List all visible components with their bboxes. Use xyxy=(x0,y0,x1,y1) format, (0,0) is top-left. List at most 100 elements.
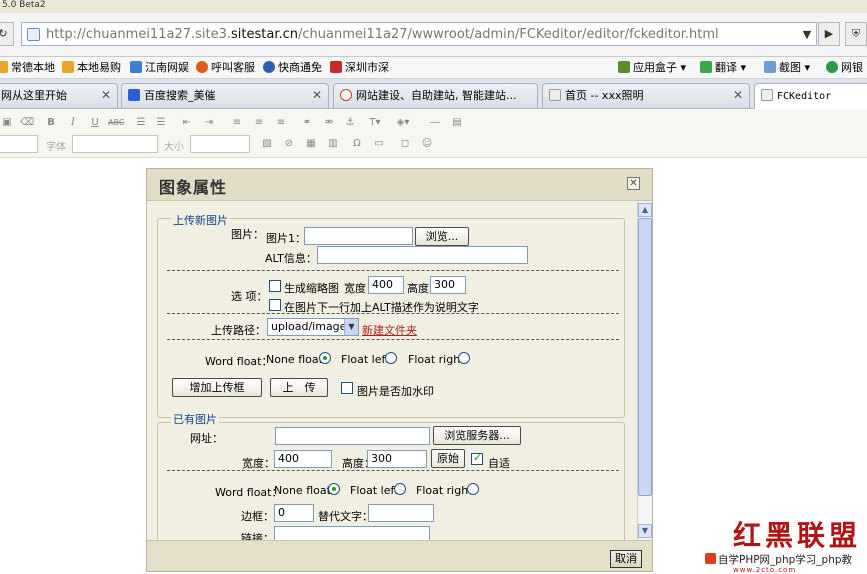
upload-path-label: 上传路径： xyxy=(211,324,266,337)
fav-app-box[interactable]: 应用盒子 ▾ xyxy=(618,60,686,76)
url-field[interactable]: http://chuanmei11a27.site3.sitestar.cn/c… xyxy=(21,22,817,46)
original-size-button[interactable]: 原始 xyxy=(431,449,465,468)
divider xyxy=(167,270,619,271)
strikethrough-icon[interactable]: ABC xyxy=(108,116,124,130)
link-input[interactable] xyxy=(274,526,430,540)
chevron-down-icon[interactable]: ▼ xyxy=(796,24,818,44)
tab-1[interactable]: 网从这里开始 ✕ xyxy=(0,83,118,108)
thumbnail-checkbox[interactable] xyxy=(269,280,281,292)
fav-item-6[interactable]: 深圳市深 xyxy=(330,60,389,76)
existing-group-legend: 已有图片 xyxy=(171,411,219,427)
align-center-icon[interactable]: ≡ xyxy=(252,116,266,130)
float-left-radio[interactable] xyxy=(385,352,397,364)
fav-screenshot[interactable]: 截图 ▾ xyxy=(764,60,810,76)
dialog-scrollbar[interactable]: ▲ ▼ xyxy=(637,202,652,540)
width-input[interactable]: 400 xyxy=(274,450,332,468)
unlink-icon[interactable]: ⚮ xyxy=(322,116,336,130)
thumb-height-input[interactable]: 300 xyxy=(430,276,466,294)
special-char-icon[interactable]: Ω xyxy=(350,137,364,151)
go-arrow-icon[interactable]: ▶ xyxy=(818,22,840,46)
eraser-icon[interactable]: ⌫ xyxy=(20,116,34,130)
italic-icon[interactable]: I xyxy=(66,116,80,130)
none-float-radio-2[interactable] xyxy=(328,483,340,495)
alt-text-label: 替代文字： xyxy=(318,510,373,523)
fav-item-2[interactable]: 本地易购 xyxy=(62,60,121,76)
browse-button[interactable]: 浏览... xyxy=(415,227,469,246)
tab-3[interactable]: 网站建设、自助建站, 智能建站... xyxy=(333,83,538,108)
fav-bank[interactable]: 网银 xyxy=(826,60,863,76)
thumb-width-input[interactable]: 400 xyxy=(368,276,404,294)
close-icon[interactable]: ✕ xyxy=(627,177,640,190)
upload-path-value: upload/image/ xyxy=(271,320,351,333)
refresh-icon[interactable]: ↻ xyxy=(0,22,14,46)
image-icon[interactable]: ▣ xyxy=(0,116,14,130)
scroll-up-icon[interactable]: ▲ xyxy=(638,203,652,217)
source-icon[interactable]: ◻ xyxy=(398,137,412,151)
alt-label: ALT信息： xyxy=(265,252,317,265)
float-right-radio[interactable] xyxy=(458,352,470,364)
upload-button[interactable]: 上 传 xyxy=(270,378,328,397)
url-text: http://chuanmei11a27.site3.sitestar.cn/c… xyxy=(46,27,719,42)
unordered-list-icon[interactable]: ☰ xyxy=(154,116,168,130)
insert-image-icon[interactable]: ▧ xyxy=(260,137,274,151)
anchor-icon[interactable]: ⚓ xyxy=(343,116,357,130)
height-input[interactable]: 300 xyxy=(367,450,427,468)
fav-item-5[interactable]: 快商通免 xyxy=(263,60,322,76)
shield-icon[interactable]: ⛨ xyxy=(845,22,867,46)
tab-4[interactable]: 首页 -- xxx照明 ✕ xyxy=(542,83,750,108)
ordered-list-icon[interactable]: ☰ xyxy=(134,116,148,130)
emoticon-icon[interactable]: ☺ xyxy=(420,137,434,151)
divider xyxy=(167,339,619,340)
float-right-radio-2[interactable] xyxy=(467,483,479,495)
style-select[interactable] xyxy=(0,135,38,153)
alt-caption-checkbox[interactable] xyxy=(269,299,281,311)
image-file-input[interactable] xyxy=(304,227,413,245)
new-folder-link[interactable]: 新建文件夹 xyxy=(362,322,417,338)
flash-icon[interactable]: ⊘ xyxy=(282,137,296,151)
text-color-icon[interactable]: T▾ xyxy=(368,116,382,130)
watermark-line-text: 自学PHP网_php学习_php教 xyxy=(718,554,853,566)
underline-icon[interactable]: U xyxy=(88,116,102,130)
scroll-thumb[interactable] xyxy=(638,218,652,496)
tab-label: FCKeditor xyxy=(777,91,832,102)
tab-2[interactable]: 百度搜索_美催 ✕ xyxy=(121,83,329,108)
image-url-input[interactable] xyxy=(275,427,430,445)
auto-fit-checkbox[interactable] xyxy=(471,451,483,465)
close-icon[interactable]: ✕ xyxy=(733,84,743,107)
cancel-button[interactable]: 取消 xyxy=(610,550,642,568)
align-right-icon[interactable]: ≡ xyxy=(274,116,288,130)
fav-item-4[interactable]: 呼叫客服 xyxy=(196,60,255,76)
alt-text-input[interactable] xyxy=(368,504,434,522)
alt-input[interactable] xyxy=(317,246,528,264)
close-icon[interactable]: ✕ xyxy=(101,84,111,107)
none-float-radio[interactable] xyxy=(319,352,331,364)
add-upload-button[interactable]: 增加上传框 xyxy=(172,378,262,397)
watermark-line: 自学PHP网_php学习_php教 xyxy=(705,552,867,567)
border-input[interactable]: 0 xyxy=(274,504,314,522)
upload-path-select[interactable]: upload/image/▼ xyxy=(267,318,359,336)
dialog-title-bar[interactable]: 图象属性 ✕ xyxy=(147,169,652,201)
outdent-icon[interactable]: ⇤ xyxy=(180,116,194,130)
scroll-down-icon[interactable]: ▼ xyxy=(638,524,652,538)
iframe-icon[interactable]: ▭ xyxy=(372,137,386,151)
tab-5[interactable]: FCKeditor xyxy=(754,83,867,109)
browse-server-button[interactable]: 浏览服务器... xyxy=(433,426,521,445)
bold-icon[interactable]: B xyxy=(44,116,58,130)
float-left-radio-2[interactable] xyxy=(394,483,406,495)
fav-item-3[interactable]: 江南网娱 xyxy=(130,60,189,76)
size-select[interactable] xyxy=(190,135,250,153)
rule-icon[interactable]: ― xyxy=(428,116,442,130)
watermark-checkbox[interactable] xyxy=(341,382,353,394)
link-icon[interactable]: ⚭ xyxy=(300,116,314,130)
fav-translate[interactable]: 翻译 ▾ xyxy=(700,60,746,76)
fav-item-1[interactable]: 常德本地 xyxy=(0,60,55,76)
watermark: 红黑联盟 自学PHP网_php学习_php教 www.2cto.com xyxy=(705,514,867,574)
indent-icon[interactable]: ⇥ xyxy=(202,116,216,130)
align-left-icon[interactable]: ≡ xyxy=(230,116,244,130)
bg-color-icon[interactable]: ◈▾ xyxy=(396,116,410,130)
table-icon[interactable]: ▦ xyxy=(304,137,318,151)
smiley-icon[interactable]: ▥ xyxy=(326,137,340,151)
font-select[interactable] xyxy=(72,135,158,153)
close-icon[interactable]: ✕ xyxy=(312,84,322,107)
page-break-icon[interactable]: ▤ xyxy=(450,116,464,130)
